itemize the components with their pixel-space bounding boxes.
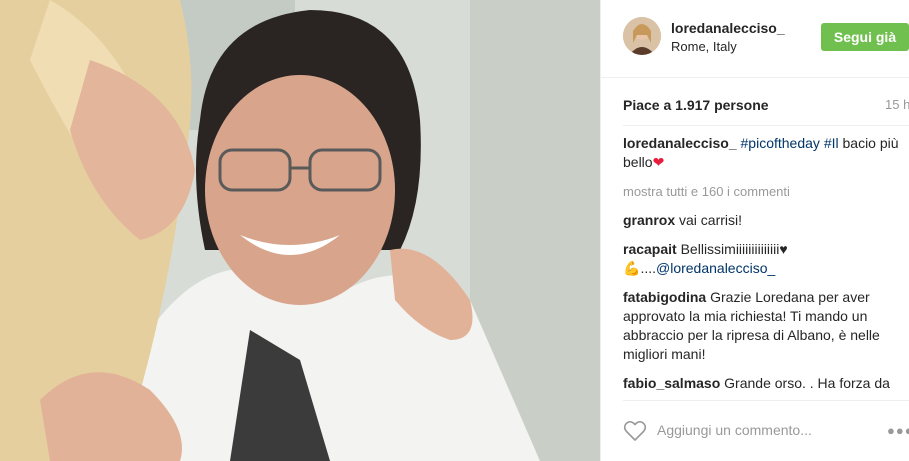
comment-action-bar: ●●● [623, 400, 909, 461]
likes-count[interactable]: Piace a 1.917 persone [623, 97, 909, 113]
follow-button[interactable]: Segui già [821, 23, 909, 51]
caption-username[interactable]: loredanalecciso_ [623, 135, 737, 151]
comments-list: loredanalecciso_ #picoftheday #Il bacio … [623, 134, 899, 396]
caption: loredanalecciso_ #picoftheday #Il bacio … [623, 134, 899, 172]
red-heart-emoji-icon: ❤ [652, 154, 665, 170]
list-item: racapait Bellissimiiiiiiiiiiiiii♥ 💪....@… [623, 240, 899, 278]
post-photo[interactable] [0, 0, 600, 461]
hashtag-link[interactable]: #picoftheday [741, 135, 820, 151]
comment-mention-prefix: .... [640, 260, 656, 276]
instagram-post: loredanalecciso_ Rome, Italy Segui già P… [0, 0, 909, 461]
comment-input[interactable] [657, 418, 867, 442]
author-username[interactable]: loredanalecciso_ [671, 20, 785, 36]
list-item: granrox vai carrisi! [623, 211, 899, 230]
hashtag-link[interactable]: #Il [824, 135, 839, 151]
avatar[interactable] [623, 17, 661, 55]
avatar-image [623, 17, 661, 55]
mention-link[interactable]: @loredanalecciso_ [656, 260, 775, 276]
comment-username[interactable]: fabio_salmaso [623, 375, 720, 391]
heart-outline-icon[interactable] [623, 420, 647, 442]
comment-username[interactable]: racapait [623, 241, 677, 257]
post-location[interactable]: Rome, Italy [671, 39, 737, 54]
post-side-panel: loredanalecciso_ Rome, Italy Segui già P… [600, 0, 909, 461]
comment-username[interactable]: granrox [623, 212, 675, 228]
view-all-comments-link[interactable]: mostra tutti e 160 i commenti [623, 182, 899, 201]
list-item: fatabigodina Grazie Loredana per aver ap… [623, 288, 899, 364]
black-heart-emoji-icon: ♥ [779, 241, 788, 257]
comment-text: Bellissimiiiiiiiiiiiiii [680, 241, 780, 257]
divider [623, 125, 909, 126]
post-timestamp[interactable]: 15 h [885, 97, 909, 112]
post-header: loredanalecciso_ Rome, Italy Segui già [601, 0, 909, 78]
more-options-icon[interactable]: ●●● [887, 423, 909, 438]
comment-username[interactable]: fatabigodina [623, 289, 706, 305]
comment-text: vai carrisi! [679, 212, 743, 228]
muscle-emoji-icon: 💪 [623, 260, 641, 276]
list-item: fabio_salmaso Grande orso. . Ha forza da… [623, 374, 899, 396]
post-photo-illustration [0, 0, 600, 461]
